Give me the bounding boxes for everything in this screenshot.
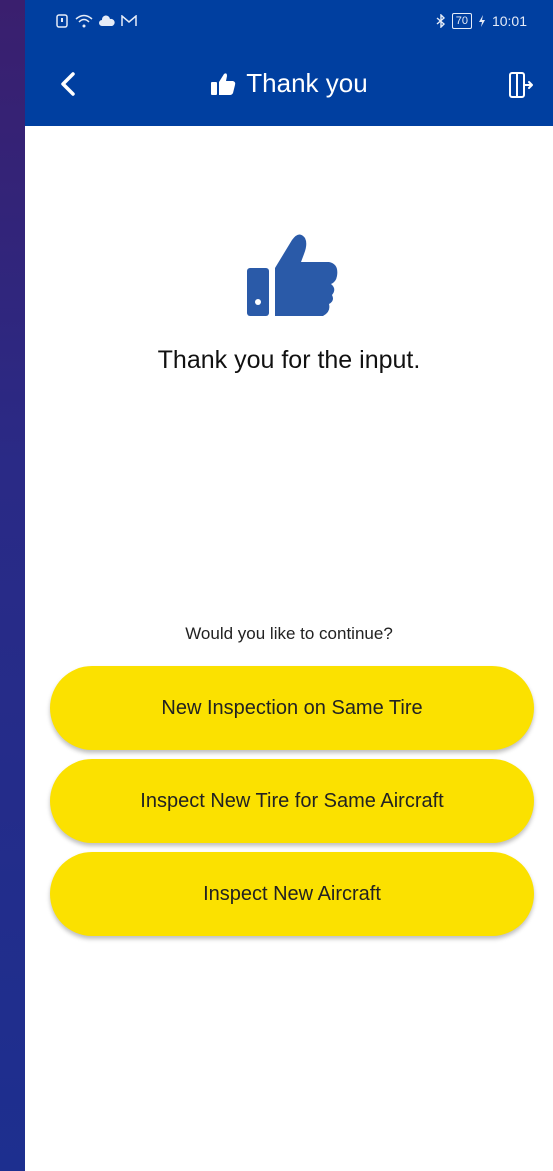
cloud-icon — [99, 15, 115, 26]
notification-icon — [56, 14, 68, 28]
status-bar: 70 10:01 — [25, 0, 553, 44]
button-label: Inspect New Tire for Same Aircraft — [140, 789, 444, 812]
app-screen: 70 10:01 Thank you Thank you for the inp… — [25, 0, 553, 1171]
new-inspection-same-tire-button[interactable]: New Inspection on Same Tire — [50, 666, 534, 750]
button-label: Inspect New Aircraft — [203, 882, 381, 905]
inspect-new-tire-same-aircraft-button[interactable]: Inspect New Tire for Same Aircraft — [50, 759, 534, 843]
exit-button[interactable] — [505, 70, 535, 100]
mail-icon — [121, 15, 137, 26]
wifi-icon — [75, 14, 93, 28]
inspect-new-aircraft-button[interactable]: Inspect New Aircraft — [50, 852, 534, 936]
clock: 10:01 — [491, 13, 527, 29]
status-icons-right: 70 10:01 — [436, 13, 527, 29]
thumbs-up-icon — [247, 234, 338, 316]
exit-icon — [509, 72, 533, 98]
bluetooth-icon — [436, 14, 445, 28]
thank-you-message: Thank you for the input. — [157, 346, 421, 374]
battery-level: 70 — [451, 13, 472, 29]
header-title-group: Thank you — [25, 68, 553, 99]
charging-icon — [478, 15, 485, 27]
page-title: Thank you — [246, 68, 368, 98]
app-header: Thank you — [25, 44, 553, 126]
button-label: New Inspection on Same Tire — [161, 696, 423, 719]
continue-question: Would you like to continue? — [185, 624, 393, 643]
thumbs-up-icon — [211, 72, 236, 95]
status-icons-left — [55, 14, 137, 28]
